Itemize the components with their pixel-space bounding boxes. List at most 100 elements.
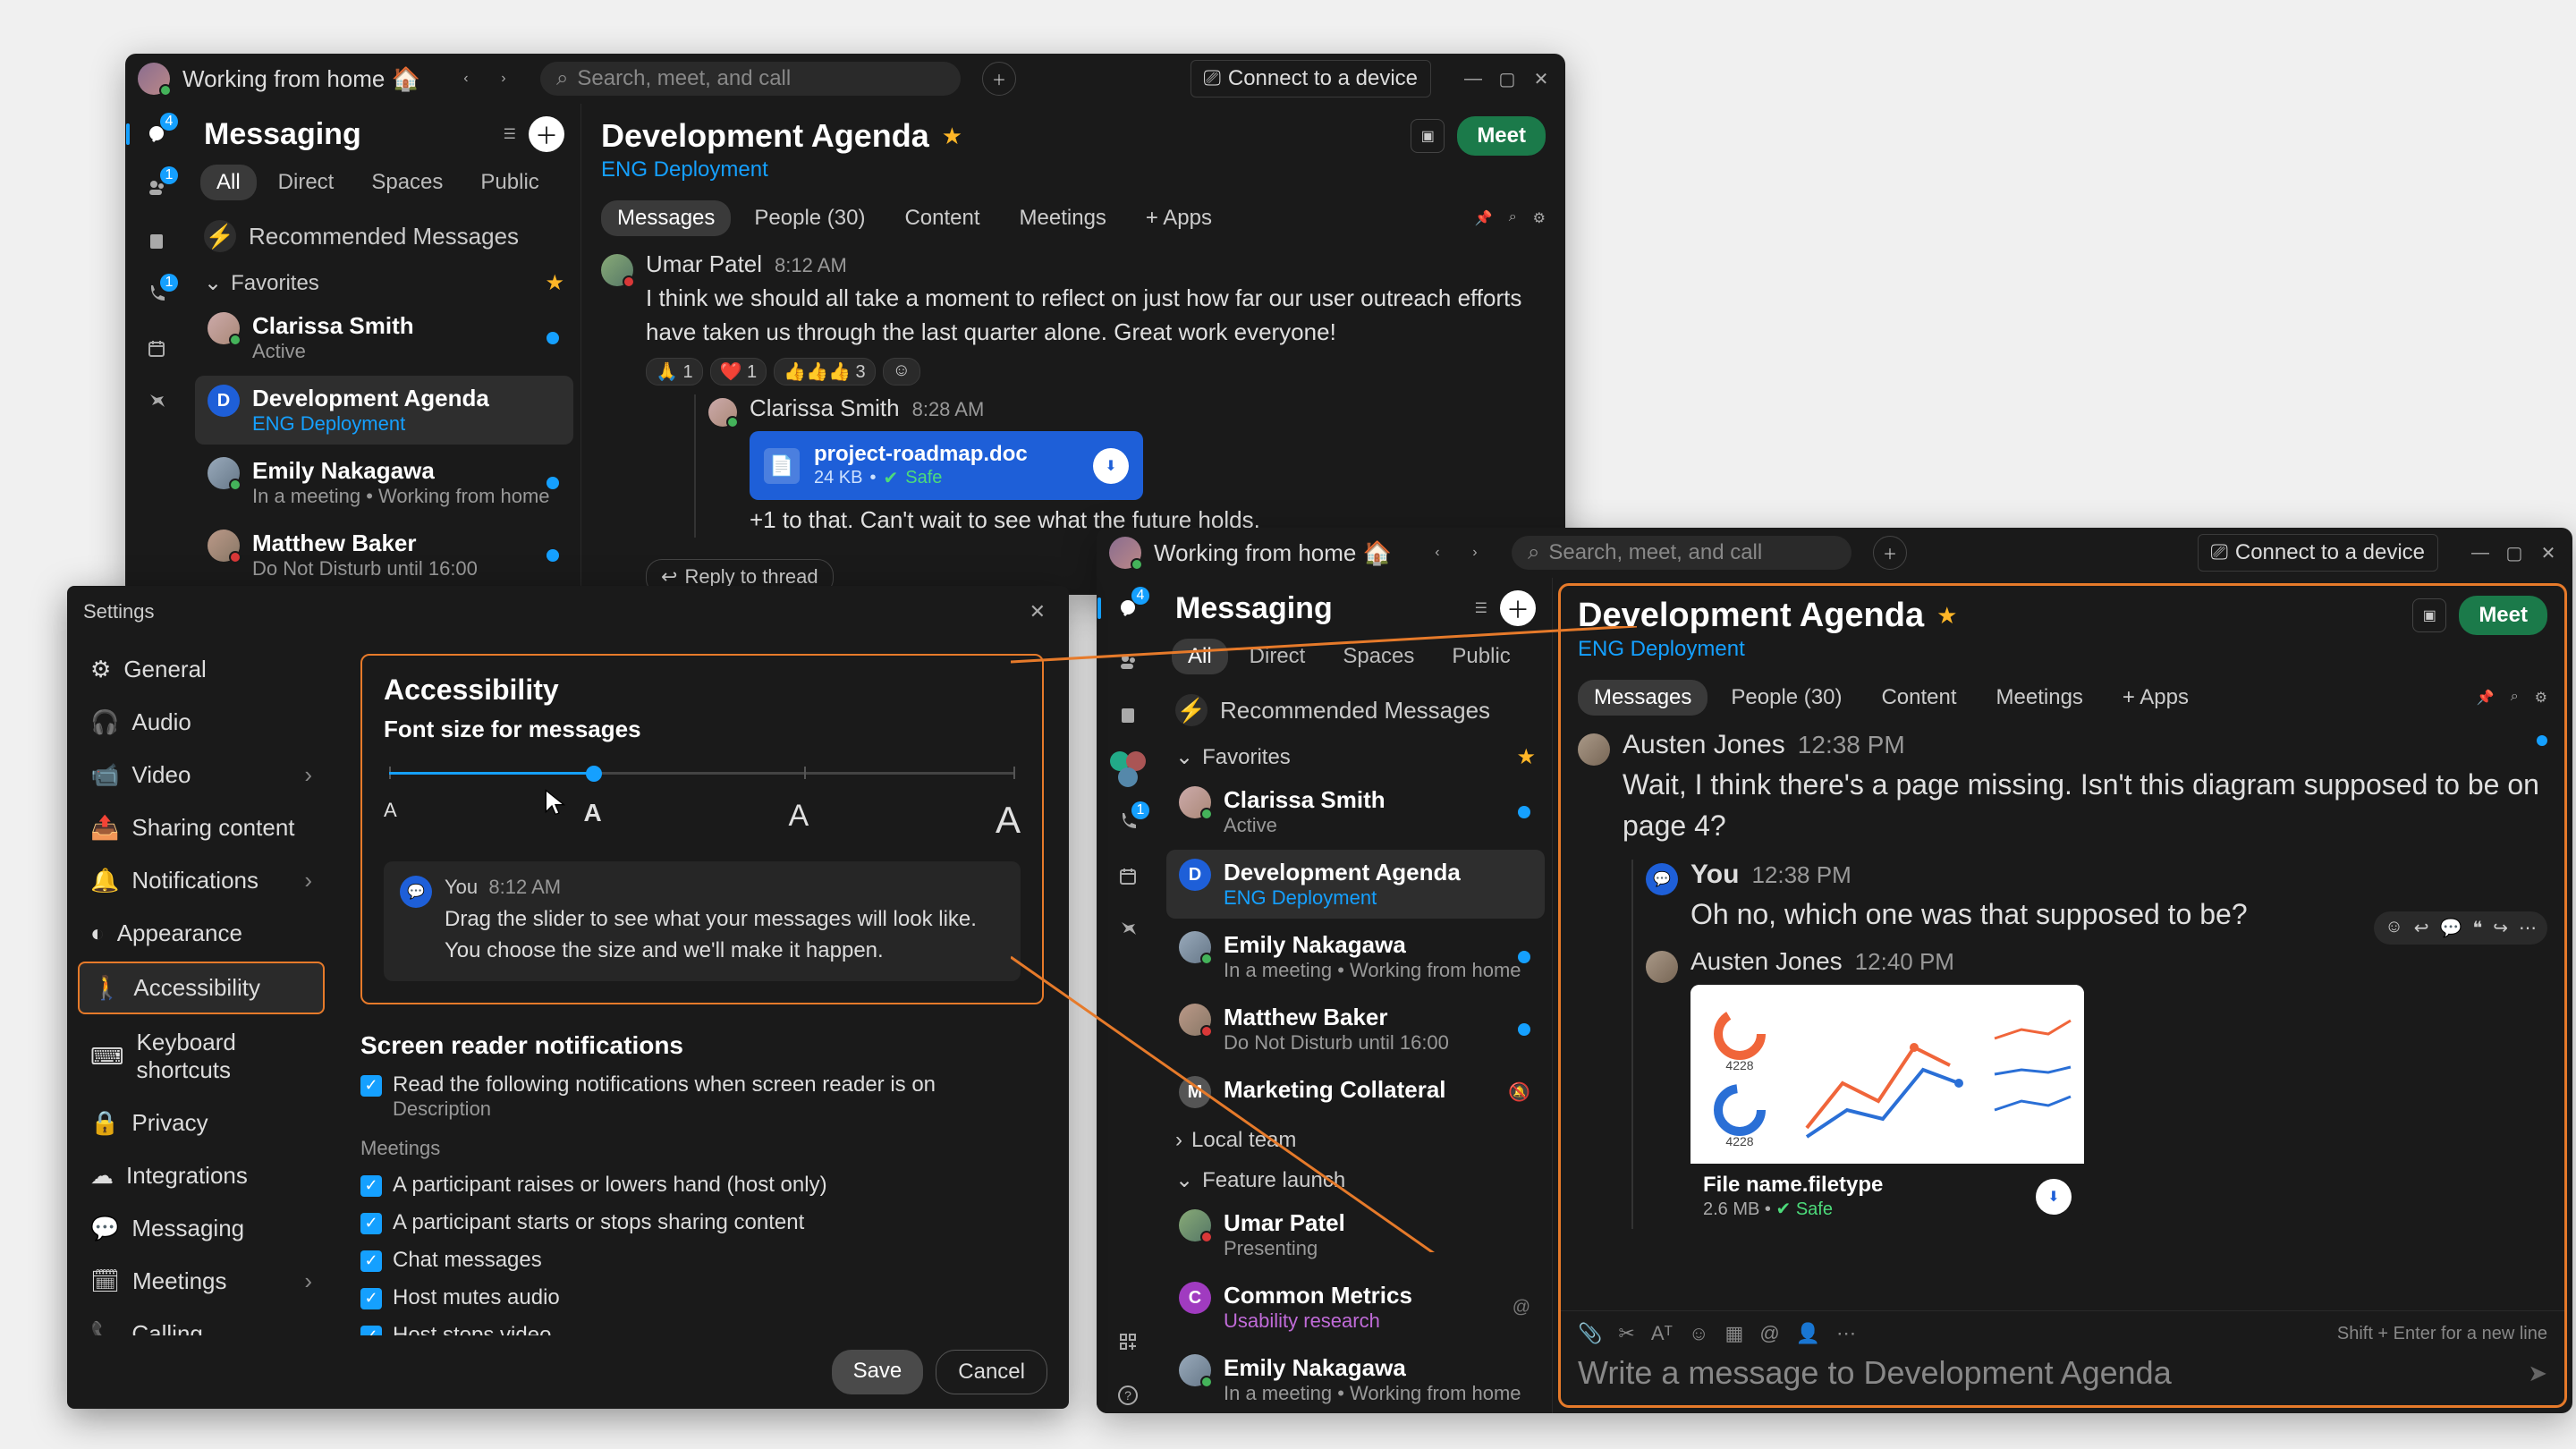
meet-button[interactable]: Meet: [1457, 116, 1546, 156]
nav-messaging[interactable]: 💬Messaging: [78, 1204, 325, 1253]
conv-clarissa[interactable]: Clarissa SmithActive: [195, 303, 573, 372]
download-icon[interactable]: ⬇: [2036, 1179, 2072, 1215]
bitmoji-icon[interactable]: 👤: [1796, 1322, 1820, 1345]
space-team-link[interactable]: ENG Deployment: [601, 157, 1546, 182]
tab-spaces[interactable]: Spaces: [355, 165, 459, 200]
rail-teams-icon[interactable]: 1: [139, 170, 174, 206]
avatar-self[interactable]: [138, 63, 170, 95]
image-attachment[interactable]: 4228 4228: [1690, 985, 2084, 1229]
rail-contacts-icon[interactable]: [1110, 698, 1146, 733]
rail-more-icon[interactable]: [1110, 912, 1146, 948]
window-maximize-icon[interactable]: ▢: [2503, 541, 2526, 564]
slider-thumb[interactable]: [586, 766, 602, 782]
tab-direct[interactable]: Direct: [1233, 639, 1322, 674]
checkbox-row[interactable]: ✓A participant raises or lowers hand (ho…: [360, 1173, 1044, 1198]
presence-status-text[interactable]: Working from home 🏠: [182, 65, 420, 93]
pin-icon[interactable]: 📌: [1475, 209, 1493, 227]
nav-appearance[interactable]: ◐Appearance: [78, 909, 325, 958]
search-in-space-icon[interactable]: ⌕: [2511, 689, 2519, 707]
tab-content[interactable]: Content: [1865, 680, 1972, 716]
conv-clarissa[interactable]: Clarissa SmithActive: [1166, 777, 1545, 846]
message-list[interactable]: Austen Jones12:38 PM Wait, I think there…: [1558, 724, 2567, 1310]
cancel-button[interactable]: Cancel: [936, 1350, 1047, 1394]
nav-back-icon[interactable]: ‹: [1422, 538, 1453, 568]
search-input[interactable]: ⌕ Search, meet, and call: [1512, 536, 1852, 570]
font-size-slider[interactable]: [384, 763, 1021, 799]
nav-notifications[interactable]: 🔔Notifications›: [78, 856, 325, 905]
nav-general[interactable]: ⚙General: [78, 645, 325, 694]
nav-video[interactable]: 📹Video›: [78, 750, 325, 800]
tab-people[interactable]: People (30): [738, 200, 881, 236]
search-input[interactable]: ⌕ Search, meet, and call: [540, 62, 961, 96]
nav-meetings[interactable]: 🗓Meetings›: [78, 1257, 325, 1306]
conv-marketing[interactable]: M Marketing Collateral 🔕: [1166, 1067, 1545, 1117]
tab-meetings[interactable]: Meetings: [1004, 200, 1123, 236]
conv-umar[interactable]: Umar PatelPresenting: [1166, 1200, 1545, 1269]
attach-icon[interactable]: 📎: [1578, 1322, 1602, 1345]
presence-status-text[interactable]: Working from home 🏠: [1154, 539, 1392, 567]
react-icon[interactable]: ☺: [2385, 917, 2402, 939]
thread-icon[interactable]: 💬: [2440, 917, 2462, 939]
rail-hub-icon[interactable]: [1110, 751, 1146, 787]
tab-all[interactable]: All: [200, 165, 257, 200]
favorite-star-icon[interactable]: ★: [942, 123, 962, 150]
tab-people[interactable]: People (30): [1715, 680, 1858, 716]
reaction[interactable]: 👍👍👍 3: [774, 358, 875, 386]
tab-spaces[interactable]: Spaces: [1326, 639, 1430, 674]
conv-emily2[interactable]: Emily NakagawaIn a meeting • Working fro…: [1166, 1345, 1545, 1413]
nav-back-icon[interactable]: ‹: [451, 64, 481, 94]
recommended-messages[interactable]: ⚡ Recommended Messages: [188, 211, 580, 261]
tab-all[interactable]: All: [1172, 639, 1228, 674]
add-button[interactable]: ＋: [982, 62, 1016, 96]
screenshot-icon[interactable]: ✂: [1618, 1322, 1634, 1345]
tab-public[interactable]: Public: [464, 165, 555, 200]
tab-direct[interactable]: Direct: [262, 165, 351, 200]
meet-button[interactable]: Meet: [2459, 596, 2547, 635]
avatar-self[interactable]: [1109, 537, 1141, 569]
add-button[interactable]: ＋: [1873, 536, 1907, 570]
filter-icon[interactable]: ☰: [504, 125, 516, 143]
reply-icon[interactable]: ↩: [2414, 917, 2429, 939]
conv-development-agenda[interactable]: D Development AgendaENG Deployment: [195, 376, 573, 445]
nav-keyboard[interactable]: ⌨Keyboard shortcuts: [78, 1018, 325, 1095]
window-minimize-icon[interactable]: —: [2469, 541, 2492, 564]
connect-device-button[interactable]: ⎚ Connect to a device: [2198, 534, 2438, 572]
emoji-icon[interactable]: ☺: [1689, 1322, 1708, 1345]
rail-calls-icon[interactable]: 1: [139, 277, 174, 313]
conv-matthew[interactable]: Matthew BakerDo Not Disturb until 16:00: [1166, 995, 1545, 1063]
more-tools-icon[interactable]: ⋯: [1836, 1322, 1856, 1345]
rail-help-icon[interactable]: ?: [1110, 1377, 1146, 1413]
compose-button[interactable]: ＋: [1500, 590, 1536, 626]
search-in-space-icon[interactable]: ⌕: [1509, 209, 1517, 227]
favorite-star-icon[interactable]: ★: [1936, 602, 1957, 630]
nav-forward-icon[interactable]: ›: [488, 64, 519, 94]
panel-icon[interactable]: ▣: [2412, 598, 2446, 632]
recommended-messages[interactable]: ⚡ Recommended Messages: [1159, 685, 1552, 735]
tab-messages[interactable]: Messages: [1578, 680, 1707, 716]
tab-apps[interactable]: + Apps: [2106, 680, 2205, 716]
nav-audio[interactable]: 🎧Audio: [78, 698, 325, 747]
favorites-header[interactable]: ⌄ Favorites ★: [188, 261, 580, 301]
gif-icon[interactable]: ▦: [1725, 1322, 1744, 1345]
more-icon[interactable]: ⋯: [2519, 917, 2537, 939]
tab-apps[interactable]: + Apps: [1130, 200, 1228, 236]
window-maximize-icon[interactable]: ▢: [1496, 67, 1519, 90]
rail-contacts-icon[interactable]: [139, 224, 174, 259]
tab-meetings[interactable]: Meetings: [1980, 680, 2099, 716]
quote-icon[interactable]: ❝: [2472, 917, 2482, 939]
local-team-header[interactable]: › Local team: [1159, 1119, 1552, 1158]
nav-accessibility[interactable]: 🚶Accessibility: [78, 962, 325, 1014]
conv-matthew[interactable]: Matthew BakerDo Not Disturb until 16:00: [195, 521, 573, 589]
rail-teams-icon[interactable]: [1110, 644, 1146, 680]
send-icon[interactable]: ➤: [2528, 1360, 2547, 1387]
add-reaction-icon[interactable]: ☺: [883, 358, 920, 386]
format-icon[interactable]: Aᵀ: [1651, 1322, 1673, 1345]
rail-calendar-icon[interactable]: [1110, 859, 1146, 894]
rail-chat-icon[interactable]: 4: [139, 116, 174, 152]
checkbox-row[interactable]: ✓Host mutes audio: [360, 1285, 1044, 1310]
settings-gear-icon[interactable]: ⚙: [2535, 689, 2547, 707]
nav-privacy[interactable]: 🔒Privacy: [78, 1098, 325, 1148]
connect-device-button[interactable]: ⎚ Connect to a device: [1191, 60, 1431, 97]
conv-common-metrics[interactable]: C Common MetricsUsability research @: [1166, 1273, 1545, 1342]
filter-icon[interactable]: ☰: [1475, 599, 1487, 617]
